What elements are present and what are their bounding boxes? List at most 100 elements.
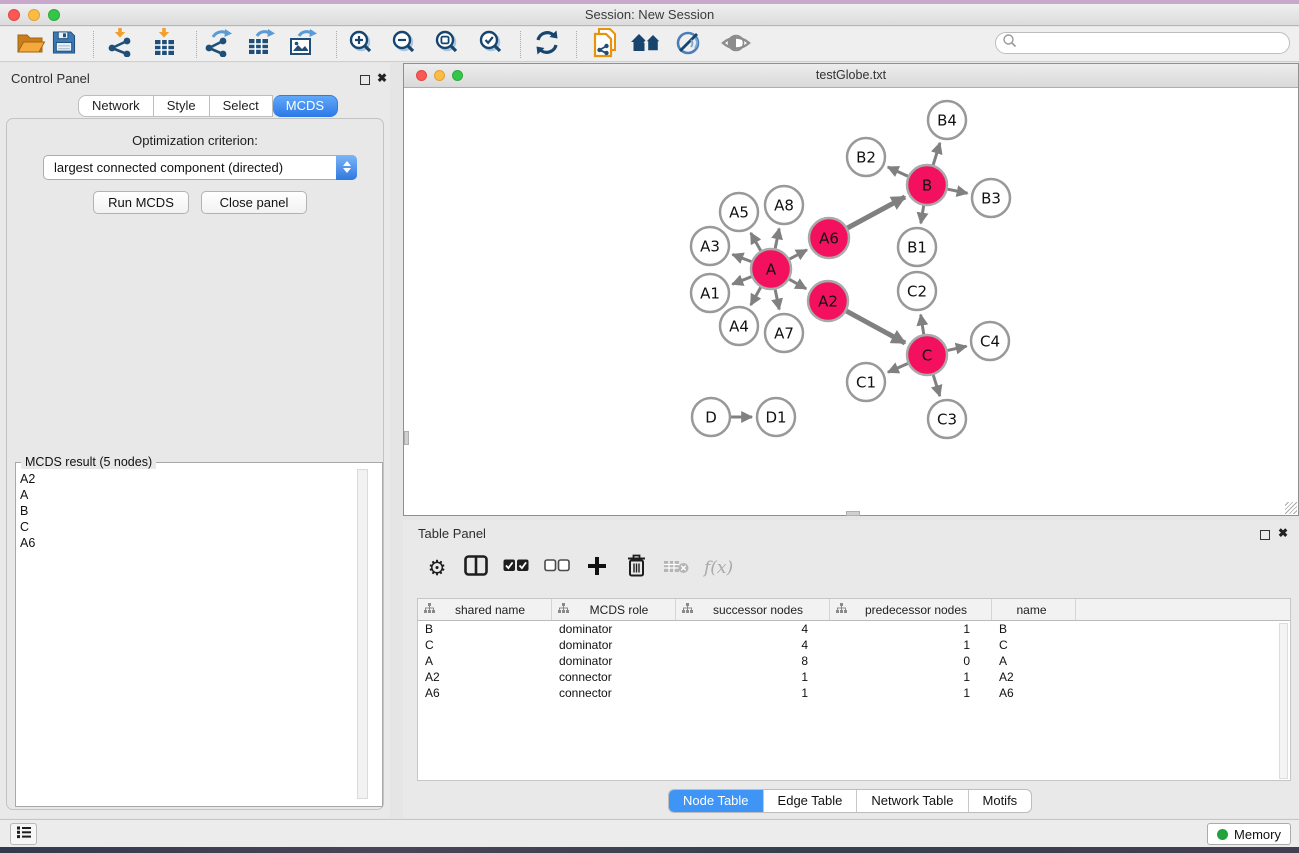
node-D[interactable]: D [692,398,730,436]
mcds-result-item[interactable]: A [20,487,35,503]
new-network-from-selection-button[interactable] [590,30,620,60]
edge-A-A7[interactable] [775,290,779,310]
node-B[interactable]: B [907,165,947,205]
table-row[interactable]: A6connector11A6 [418,685,1290,701]
table-row[interactable]: Bdominator41B [418,621,1290,637]
open-file-button[interactable] [16,30,46,60]
edge-A6-B[interactable] [847,197,905,228]
node-A[interactable]: A [751,249,791,289]
tab-mcds[interactable]: MCDS [273,95,338,117]
edge-A-A8[interactable] [775,229,779,249]
mcds-result-list[interactable]: A2ABCA6 [20,471,35,551]
node-A5[interactable]: A5 [720,193,758,231]
edge-A-A6[interactable] [790,250,807,259]
criterion-dropdown[interactable]: largest connected component (directed) [43,155,357,180]
column-header-shared-name[interactable]: shared name [418,599,552,620]
select-all-rows-button[interactable] [503,555,529,581]
tab-network-table[interactable]: Network Table [856,790,967,812]
first-neighbors-button[interactable] [630,30,664,60]
mcds-result-item[interactable]: A6 [20,535,35,551]
column-header-name[interactable]: name [992,599,1076,620]
table-settings-button[interactable]: ⚙ [425,555,449,581]
node-B1[interactable]: B1 [898,228,936,266]
float-panel-icon[interactable] [360,72,370,90]
node-B4[interactable]: B4 [928,101,966,139]
network-resize-grip[interactable] [1285,502,1297,514]
zoom-window-button[interactable] [48,9,60,21]
tab-style[interactable]: Style [154,95,210,117]
node-A2[interactable]: A2 [808,281,848,321]
edge-A-A2[interactable] [789,279,806,288]
hide-graphics-button[interactable] [674,30,704,60]
minimize-window-button[interactable] [28,9,40,21]
node-A4[interactable]: A4 [720,307,758,345]
node-B3[interactable]: B3 [972,179,1010,217]
tab-node-table[interactable]: Node Table [669,790,763,812]
mcds-result-item[interactable]: B [20,503,35,519]
network-graph-canvas[interactable]: A A1 A2 A3 A4 A5 A6 A7 A8 B B1 B2 B3 B4 C C1 C2 C3 C4 D D1 [404,88,1298,515]
edge-B-B4[interactable] [933,143,940,165]
import-table-button[interactable] [150,30,178,60]
edge-A-A1[interactable] [732,277,751,285]
tab-network[interactable]: Network [78,95,154,117]
edge-C-C2[interactable] [921,315,924,335]
tab-select[interactable]: Select [210,95,273,117]
node-B2[interactable]: B2 [847,138,885,176]
edge-C-C1[interactable] [888,363,908,372]
memory-button[interactable]: Memory [1207,823,1291,845]
zoom-in-button[interactable] [347,30,374,60]
export-image-button[interactable] [287,30,317,60]
node-A8[interactable]: A8 [765,186,803,224]
edge-A-A5[interactable] [751,233,761,251]
close-window-button[interactable] [8,9,20,21]
task-history-button[interactable] [10,823,37,845]
import-network-button[interactable] [106,30,134,60]
result-scrollbar[interactable] [357,469,368,799]
close-table-panel-icon[interactable]: ✖ [1278,528,1288,538]
create-column-button[interactable] [585,555,609,581]
tab-edge-table[interactable]: Edge Table [763,790,857,812]
export-table-button[interactable] [245,30,275,60]
run-mcds-button[interactable]: Run MCDS [93,191,189,214]
search-input[interactable] [1018,34,1289,52]
network-zoom-button[interactable] [452,70,463,81]
edge-B-B1[interactable] [921,206,924,224]
column-header-predecessor-nodes[interactable]: predecessor nodes [830,599,992,620]
delete-column-button[interactable] [624,555,648,581]
network-minimize-button[interactable] [434,70,445,81]
close-panel-button[interactable]: Close panel [201,191,307,214]
edge-C-C4[interactable] [947,346,966,350]
network-bottom-handle[interactable] [846,511,860,516]
table-row[interactable]: Cdominator41C [418,637,1290,653]
table-row[interactable]: Adominator80A [418,653,1290,669]
search-box[interactable] [995,32,1290,54]
refresh-view-button[interactable] [533,30,561,60]
close-panel-icon[interactable]: ✖ [377,73,387,83]
mcds-result-item[interactable]: C [20,519,35,535]
mcds-result-item[interactable]: A2 [20,471,35,487]
node-C1[interactable]: C1 [847,363,885,401]
export-network-button[interactable] [203,30,233,60]
node-C[interactable]: C [907,335,947,375]
column-header-successor-nodes[interactable]: successor nodes [676,599,830,620]
edge-B-B3[interactable] [948,189,968,193]
network-left-handle[interactable] [404,431,409,445]
show-graphics-details-button[interactable] [720,30,752,60]
node-A3[interactable]: A3 [691,227,729,265]
node-C3[interactable]: C3 [928,400,966,438]
node-A7[interactable]: A7 [765,314,803,352]
zoom-out-button[interactable] [390,30,417,60]
edge-B-B2[interactable] [888,167,908,176]
float-table-panel-icon[interactable] [1260,527,1270,545]
edge-A-A3[interactable] [732,254,751,261]
node-C2[interactable]: C2 [898,272,936,310]
node-C4[interactable]: C4 [971,322,1009,360]
node-A1[interactable]: A1 [691,274,729,312]
deselect-all-rows-button[interactable] [544,555,570,581]
node-D1[interactable]: D1 [757,398,795,436]
save-session-button[interactable] [51,30,77,60]
edge-C-C3[interactable] [933,375,940,396]
zoom-selected-button[interactable] [477,30,504,60]
node-A6[interactable]: A6 [809,218,849,258]
tab-motifs[interactable]: Motifs [968,790,1032,812]
